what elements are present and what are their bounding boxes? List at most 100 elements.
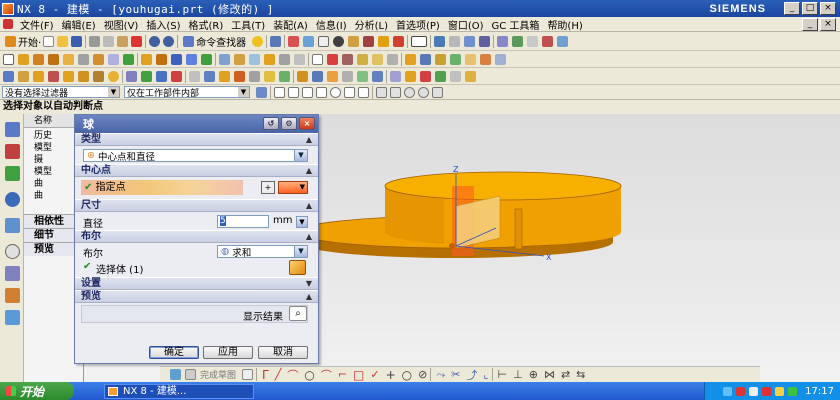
- close-window-button[interactable]: ×: [820, 2, 836, 15]
- fit-view-icon[interactable]: [303, 35, 315, 47]
- offset-icon[interactable]: [342, 53, 353, 65]
- offset-icon[interactable]: ⤳: [436, 368, 445, 382]
- cut-icon[interactable]: [89, 35, 101, 47]
- tray-update-icon[interactable]: [775, 386, 785, 396]
- center-section-header[interactable]: 中心点 ▲: [75, 164, 318, 177]
- type-filter-select[interactable]: 没有选择过滤器 ▼: [2, 86, 120, 99]
- start-menu-button[interactable]: 开始·: [3, 34, 43, 49]
- snap-icon[interactable]: [542, 35, 554, 47]
- sketch-name-icon[interactable]: [185, 369, 196, 380]
- chevron-down-icon[interactable]: ▼: [296, 216, 308, 228]
- command-finder-button[interactable]: 命令查找器: [181, 34, 248, 49]
- snap-intersection-icon[interactable]: [316, 86, 327, 98]
- text-icon[interactable]: [189, 70, 200, 82]
- trim-body-icon[interactable]: [249, 53, 260, 65]
- rectangle-icon[interactable]: □: [353, 368, 364, 382]
- snap-control-icon[interactable]: [302, 86, 313, 98]
- process-studio-icon[interactable]: [5, 288, 20, 303]
- point-icon[interactable]: +: [386, 368, 396, 382]
- roles-icon[interactable]: [5, 310, 20, 325]
- menu-window[interactable]: 窗口(O): [444, 17, 488, 32]
- menu-tools[interactable]: 工具(T): [227, 17, 269, 32]
- add-component-icon[interactable]: [405, 70, 416, 82]
- chamfer-icon[interactable]: ⌐: [338, 368, 347, 381]
- paste-icon[interactable]: [117, 35, 129, 47]
- menu-preferences[interactable]: 首选项(P): [392, 17, 444, 32]
- selection-scope-select[interactable]: 仅在工作部件内部 ▼: [124, 86, 250, 99]
- offset-curve-icon[interactable]: [264, 70, 275, 82]
- menu-file[interactable]: 文件(F): [16, 17, 58, 32]
- wireframe-icon[interactable]: [363, 35, 375, 47]
- settings-section-header[interactable]: 设置 ▼: [75, 277, 318, 290]
- intersection-curve-icon[interactable]: [234, 70, 245, 82]
- delete-face-icon[interactable]: [450, 53, 461, 65]
- pocket-icon[interactable]: [78, 53, 89, 65]
- sketch-orient-icon[interactable]: [242, 369, 254, 380]
- layer-icon[interactable]: [288, 35, 300, 47]
- unite-icon[interactable]: [141, 53, 152, 65]
- revolve-icon[interactable]: [33, 53, 44, 65]
- open-folder-icon[interactable]: [57, 35, 69, 47]
- ruled-icon[interactable]: [327, 70, 338, 82]
- ellipse-icon[interactable]: ○: [402, 368, 412, 382]
- arc-icon[interactable]: [141, 70, 152, 82]
- cone-icon[interactable]: [93, 70, 104, 82]
- slot-icon[interactable]: [108, 53, 119, 65]
- color-icon[interactable]: [557, 35, 569, 47]
- settings-icon[interactable]: ⚙: [281, 117, 297, 130]
- wave-icon[interactable]: [465, 70, 476, 82]
- rotate-icon[interactable]: [333, 35, 345, 47]
- menu-gc-toolbox[interactable]: GC 工具箱: [488, 17, 544, 32]
- trim-icon[interactable]: ✂: [451, 368, 460, 381]
- finish-sketch-icon[interactable]: [170, 369, 181, 380]
- synchronous-icon[interactable]: [405, 53, 416, 65]
- bridge-curve-icon[interactable]: [279, 70, 290, 82]
- offset-region-icon[interactable]: [480, 53, 491, 65]
- diameter-input[interactable]: 5: [217, 215, 269, 228]
- datum-axis-icon[interactable]: [18, 70, 29, 82]
- datum-csys-icon[interactable]: [33, 70, 44, 82]
- bounded-plane-icon[interactable]: [372, 70, 383, 82]
- helix-icon[interactable]: [204, 70, 215, 82]
- explode-icon[interactable]: [435, 70, 446, 82]
- point-icon[interactable]: [48, 70, 59, 82]
- replace-face-icon[interactable]: [435, 53, 446, 65]
- circle-icon[interactable]: ○: [304, 368, 314, 382]
- clearance-icon[interactable]: [450, 70, 461, 82]
- assembly-navigator-icon[interactable]: [5, 122, 20, 137]
- spline-icon[interactable]: [171, 70, 182, 82]
- view-cube-icon[interactable]: [378, 35, 390, 47]
- apply-button[interactable]: 应用: [203, 346, 253, 359]
- web-browser-icon[interactable]: [5, 218, 20, 233]
- copy-icon[interactable]: [103, 35, 115, 47]
- conic-icon[interactable]: ⊘: [418, 368, 427, 381]
- sketch-icon[interactable]: [3, 53, 14, 65]
- taskbar-nx-item[interactable]: NX 8 - 建模...: [104, 383, 254, 399]
- move-face-icon[interactable]: [420, 53, 431, 65]
- menu-analysis[interactable]: 分析(L): [351, 17, 392, 32]
- menu-assembly[interactable]: 装配(A): [269, 17, 312, 32]
- groove-icon[interactable]: [123, 53, 134, 65]
- curve-icon[interactable]: [312, 53, 323, 65]
- block-icon[interactable]: [63, 70, 74, 82]
- analysis-icon[interactable]: [527, 35, 539, 47]
- mirror-icon[interactable]: [279, 53, 290, 65]
- cylinder-icon[interactable]: [78, 70, 89, 82]
- menu-edit[interactable]: 编辑(E): [58, 17, 100, 32]
- subtract-icon[interactable]: [156, 53, 167, 65]
- datum-plane-icon[interactable]: [3, 70, 14, 82]
- minimize-button[interactable]: _: [784, 2, 800, 15]
- arc-icon[interactable]: ⌒: [287, 367, 298, 383]
- tray-input-icon[interactable]: [736, 386, 746, 396]
- snap-pole-icon[interactable]: [432, 86, 443, 98]
- circle-icon[interactable]: [156, 70, 167, 82]
- polygon-icon[interactable]: ✓: [370, 368, 379, 381]
- split-body-icon[interactable]: [264, 53, 275, 65]
- finish-sketch-label[interactable]: 完成草图: [200, 368, 236, 381]
- draft-icon[interactable]: [234, 53, 245, 65]
- shaded-icon[interactable]: [348, 35, 360, 47]
- pattern-icon[interactable]: [294, 53, 305, 65]
- close-icon[interactable]: ×: [299, 117, 315, 130]
- select-icon[interactable]: [270, 35, 282, 47]
- constraint-icon[interactable]: [420, 70, 431, 82]
